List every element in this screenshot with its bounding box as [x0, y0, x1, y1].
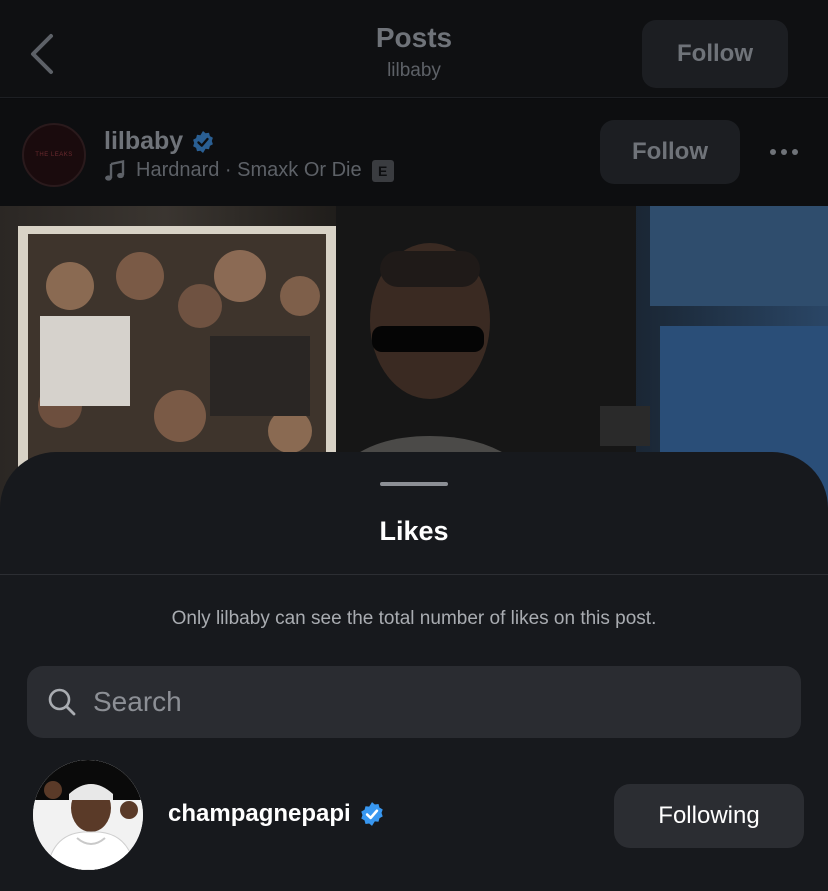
avatar-logo-text: THE LEAKS — [35, 152, 73, 158]
sheet-divider — [0, 574, 828, 575]
list-item[interactable]: champagnepapi Following — [0, 760, 828, 874]
search-input[interactable] — [93, 686, 733, 718]
search-icon — [48, 688, 76, 716]
more-horizontal-icon — [770, 149, 776, 155]
explicit-badge: E — [371, 159, 394, 182]
avatar[interactable] — [33, 760, 143, 870]
liker-username: champagnepapi — [168, 800, 351, 827]
post-music-info[interactable]: Hardnard · Smaxk Or Die E — [104, 159, 394, 182]
post-follow-button[interactable]: Follow — [600, 120, 740, 184]
post-author-name[interactable]: lilbaby — [104, 127, 215, 156]
top-nav-bar: Posts lilbaby Follow — [0, 0, 828, 98]
sheet-grabber[interactable] — [380, 482, 448, 486]
verified-badge-icon — [360, 802, 383, 826]
user-avatar-image — [33, 760, 143, 870]
sheet-title: Likes — [379, 516, 449, 546]
post-author-avatar[interactable]: THE LEAKS — [22, 123, 86, 187]
liker-name[interactable]: champagnepapi — [168, 800, 385, 828]
post-author-username: lilbaby — [104, 127, 184, 155]
more-options-button[interactable] — [762, 137, 806, 167]
song-title: Hardnard · Smaxk Or Die — [136, 159, 362, 181]
following-button[interactable]: Following — [614, 784, 804, 848]
music-note-icon — [105, 159, 125, 181]
likes-info-text: Only lilbaby can see the total number of… — [171, 608, 657, 629]
nav-follow-button[interactable]: Follow — [642, 20, 788, 88]
post-header: THE LEAKS lilbaby Hardnard · Smaxk Or Di… — [0, 99, 828, 206]
likes-sheet: Likes Only lilbaby can see the total num… — [0, 452, 828, 891]
verified-badge-icon — [193, 130, 214, 153]
search-bar[interactable] — [27, 666, 801, 738]
